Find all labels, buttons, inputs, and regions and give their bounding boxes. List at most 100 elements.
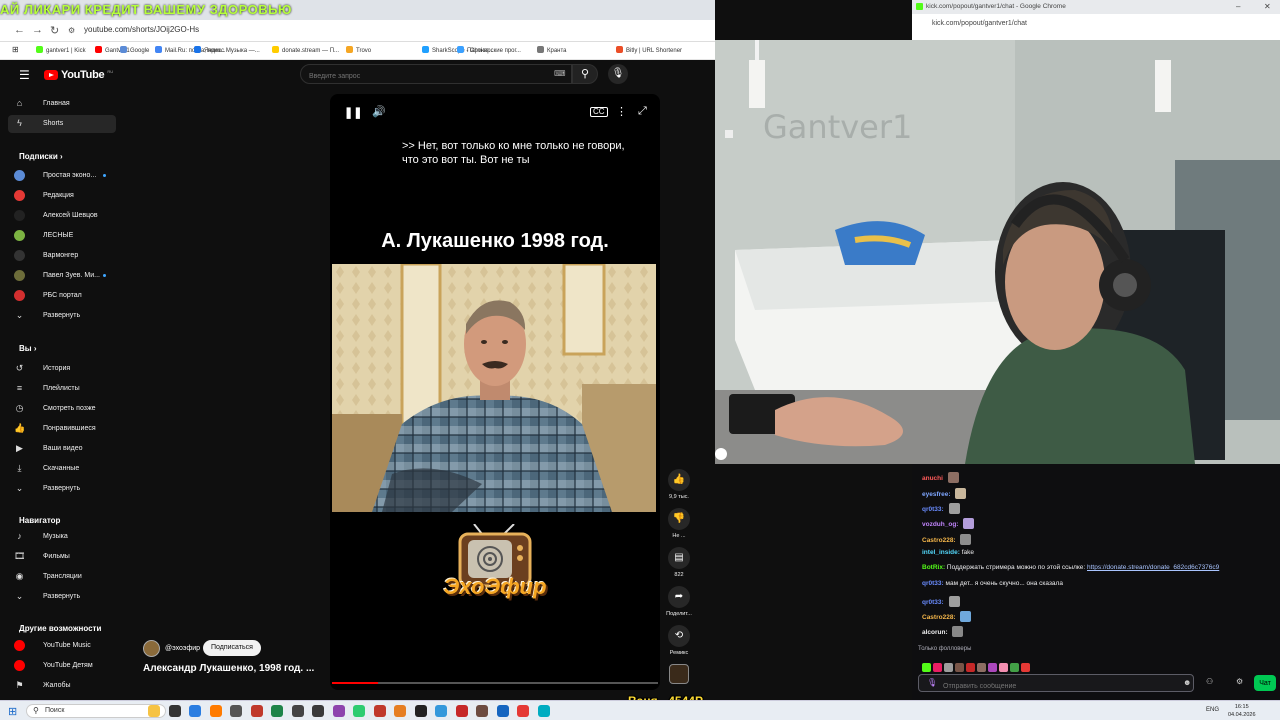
bookmark-item[interactable]: Trovo: [346, 46, 371, 54]
chat-username[interactable]: BotRix:: [922, 564, 945, 571]
bookmark-item[interactable]: Партнерские прог...: [457, 46, 521, 54]
microphone-icon[interactable]: 🎙: [927, 678, 937, 687]
sidebar-item-subscription[interactable]: Вармонгер: [8, 247, 116, 265]
windows-start-icon[interactable]: ⊞: [8, 705, 17, 718]
taskbar-app-icon[interactable]: [250, 705, 263, 717]
taskbar-app-icon[interactable]: [373, 705, 386, 717]
chat-url[interactable]: kick.com/popout/gantver1/chat: [932, 20, 1027, 27]
sidebar-section-title[interactable]: Подписки ›: [19, 152, 63, 161]
short-title[interactable]: Александр Лукашенко, 1998 год. ...: [143, 663, 314, 674]
sidebar-item-subscription[interactable]: Простая эконо...: [8, 167, 116, 185]
taskbar-app-icon[interactable]: [271, 705, 283, 717]
chat-username[interactable]: vozduh_og:: [922, 521, 958, 528]
taskbar-search[interactable]: ⚲ Поиск: [26, 704, 166, 718]
close-icon[interactable]: ✕: [1264, 2, 1271, 11]
taskbar-clock[interactable]: 16:15 04.04.2026: [1228, 703, 1256, 719]
taskbar-app-icon[interactable]: [332, 705, 345, 717]
fullscreen-icon[interactable]: ⤢: [638, 105, 647, 118]
taskbar-app-icon[interactable]: [353, 705, 365, 717]
emote-icon[interactable]: [922, 663, 931, 672]
bookmark-item[interactable]: Яндекс Музыка —...: [194, 46, 260, 54]
taskbar-app-icon[interactable]: [496, 705, 509, 717]
sidebar-item-you[interactable]: ↺ История: [8, 360, 116, 378]
sidebar-item-more[interactable]: ⚑ Жалобы: [8, 677, 116, 695]
sidebar-item-more[interactable]: YouTube Детям: [8, 657, 116, 675]
taskbar-app-icon[interactable]: [517, 705, 529, 717]
sidebar-item-subscription[interactable]: Павел Зуев. Ми...: [8, 267, 116, 285]
captions-icon[interactable]: CC: [590, 107, 608, 117]
sidebar-item-more[interactable]: YouTube Music: [8, 637, 116, 655]
action-comment[interactable]: ▤ 822: [666, 547, 692, 578]
menu-icon[interactable]: ☰: [19, 68, 30, 82]
taskbar-app-icon[interactable]: [168, 705, 181, 717]
bookmark-item[interactable]: Google: [120, 46, 149, 54]
apps-icon[interactable]: ⊞: [12, 45, 19, 54]
chat-username[interactable]: intel_inside:: [922, 549, 960, 556]
more-options-icon[interactable]: ⋮: [616, 105, 627, 118]
taskbar-app-icon[interactable]: [312, 705, 324, 717]
taskbar-app-icon[interactable]: [476, 705, 488, 717]
shorts-player[interactable]: ❚❚ 🔊 CC ⋮ ⤢ >> Нет, вот только ко мне то…: [330, 94, 660, 690]
emote-icon[interactable]: [1021, 663, 1030, 672]
volume-icon[interactable]: 🔊: [372, 105, 386, 118]
sidebar-item-you[interactable]: ⌄ Развернуть: [8, 480, 116, 498]
chat-link[interactable]: https://donate.stream/donate_682cd6c7376…: [1087, 564, 1219, 571]
back-icon[interactable]: ←: [14, 24, 25, 36]
emote-icon[interactable]: [966, 663, 975, 672]
taskbar-app-icon[interactable]: [189, 705, 201, 717]
site-info-icon[interactable]: ⚙: [68, 26, 75, 35]
chat-message-input[interactable]: [943, 683, 1163, 690]
bookmark-item[interactable]: donate.stream — П...: [272, 46, 339, 54]
sidebar-item-subscription[interactable]: ⌄ Развернуть: [8, 307, 116, 325]
action-like[interactable]: 👍 9,9 тыс.: [666, 469, 692, 500]
chat-username[interactable]: qr0t33:: [922, 599, 944, 606]
emote-icon[interactable]: [955, 663, 964, 672]
sidebar-section-title[interactable]: Вы ›: [19, 344, 37, 353]
chat-username[interactable]: eyesfree:: [922, 491, 951, 498]
search-input[interactable]: [309, 73, 509, 80]
sidebar-item-you[interactable]: ⤓ Скачанные: [8, 460, 116, 478]
chat-username[interactable]: Castro228:: [922, 614, 956, 621]
sidebar-item-you[interactable]: ◷ Смотреть позже: [8, 400, 116, 418]
emote-icon[interactable]: [977, 663, 986, 672]
sidebar-item-subscription[interactable]: Алексей Шевцов: [8, 207, 116, 225]
taskbar-app-icon[interactable]: [394, 705, 406, 717]
sidebar-item-navigator[interactable]: ◉ Трансляции: [8, 568, 116, 586]
voice-search-button[interactable]: 🎙: [608, 64, 628, 84]
sound-thumbnail[interactable]: [669, 664, 689, 684]
sidebar-item-subscription[interactable]: РБС портал: [8, 287, 116, 305]
chat-username[interactable]: qr0t33:: [922, 580, 944, 587]
action-dislike[interactable]: 👎 Не ...: [666, 508, 692, 539]
gear-icon[interactable]: ⚙: [1236, 677, 1243, 686]
taskbar-app-icon[interactable]: [230, 705, 242, 717]
emote-icon[interactable]: [944, 663, 953, 672]
sidebar-item-navigator[interactable]: 🎞 Фильмы: [8, 548, 116, 566]
taskbar-app-icon[interactable]: [537, 705, 550, 717]
video-progress-bar[interactable]: [332, 682, 658, 684]
taskbar-app-icon[interactable]: [414, 705, 427, 717]
chat-send-button[interactable]: Чат: [1254, 675, 1276, 691]
chat-username[interactable]: Castro228:: [922, 537, 956, 544]
taskbar-app-icon[interactable]: [435, 705, 447, 717]
search-button[interactable]: ⚲: [572, 64, 598, 84]
url-field[interactable]: youtube.com/shorts/JOij2GO-Hs: [84, 25, 199, 34]
emote-icon[interactable]: [988, 663, 997, 672]
emote-icon[interactable]: [1010, 663, 1019, 672]
keyboard-icon[interactable]: ⌨: [554, 69, 566, 78]
emote-icon[interactable]: [999, 663, 1008, 672]
youtube-logo[interactable]: YouTube RU: [44, 68, 113, 82]
action-share[interactable]: ➦ Поделит...: [666, 586, 692, 617]
keyboard-language[interactable]: ENG: [1206, 707, 1219, 713]
subscribe-button[interactable]: Подписаться: [203, 640, 261, 656]
bookmark-item[interactable]: gantver1 | Kick: [36, 46, 86, 54]
taskbar-app-icon[interactable]: [291, 705, 304, 717]
bookmark-item[interactable]: Bitly | URL Shortener: [616, 46, 682, 54]
channel-avatar[interactable]: [143, 640, 160, 657]
minimize-icon[interactable]: –: [1236, 2, 1240, 11]
tab-title[interactable]: АЙ ЛИКАРИ КРЕДИТ ВАШЕМУ ЗДОРОВЬЮ: [0, 2, 292, 17]
taskbar-app-icon[interactable]: [148, 705, 160, 717]
channel-name[interactable]: @эхоэфир: [165, 645, 200, 652]
emote-icon[interactable]: [933, 663, 942, 672]
pause-icon[interactable]: ❚❚: [344, 106, 362, 119]
chat-username[interactable]: anuchi: [922, 475, 943, 482]
